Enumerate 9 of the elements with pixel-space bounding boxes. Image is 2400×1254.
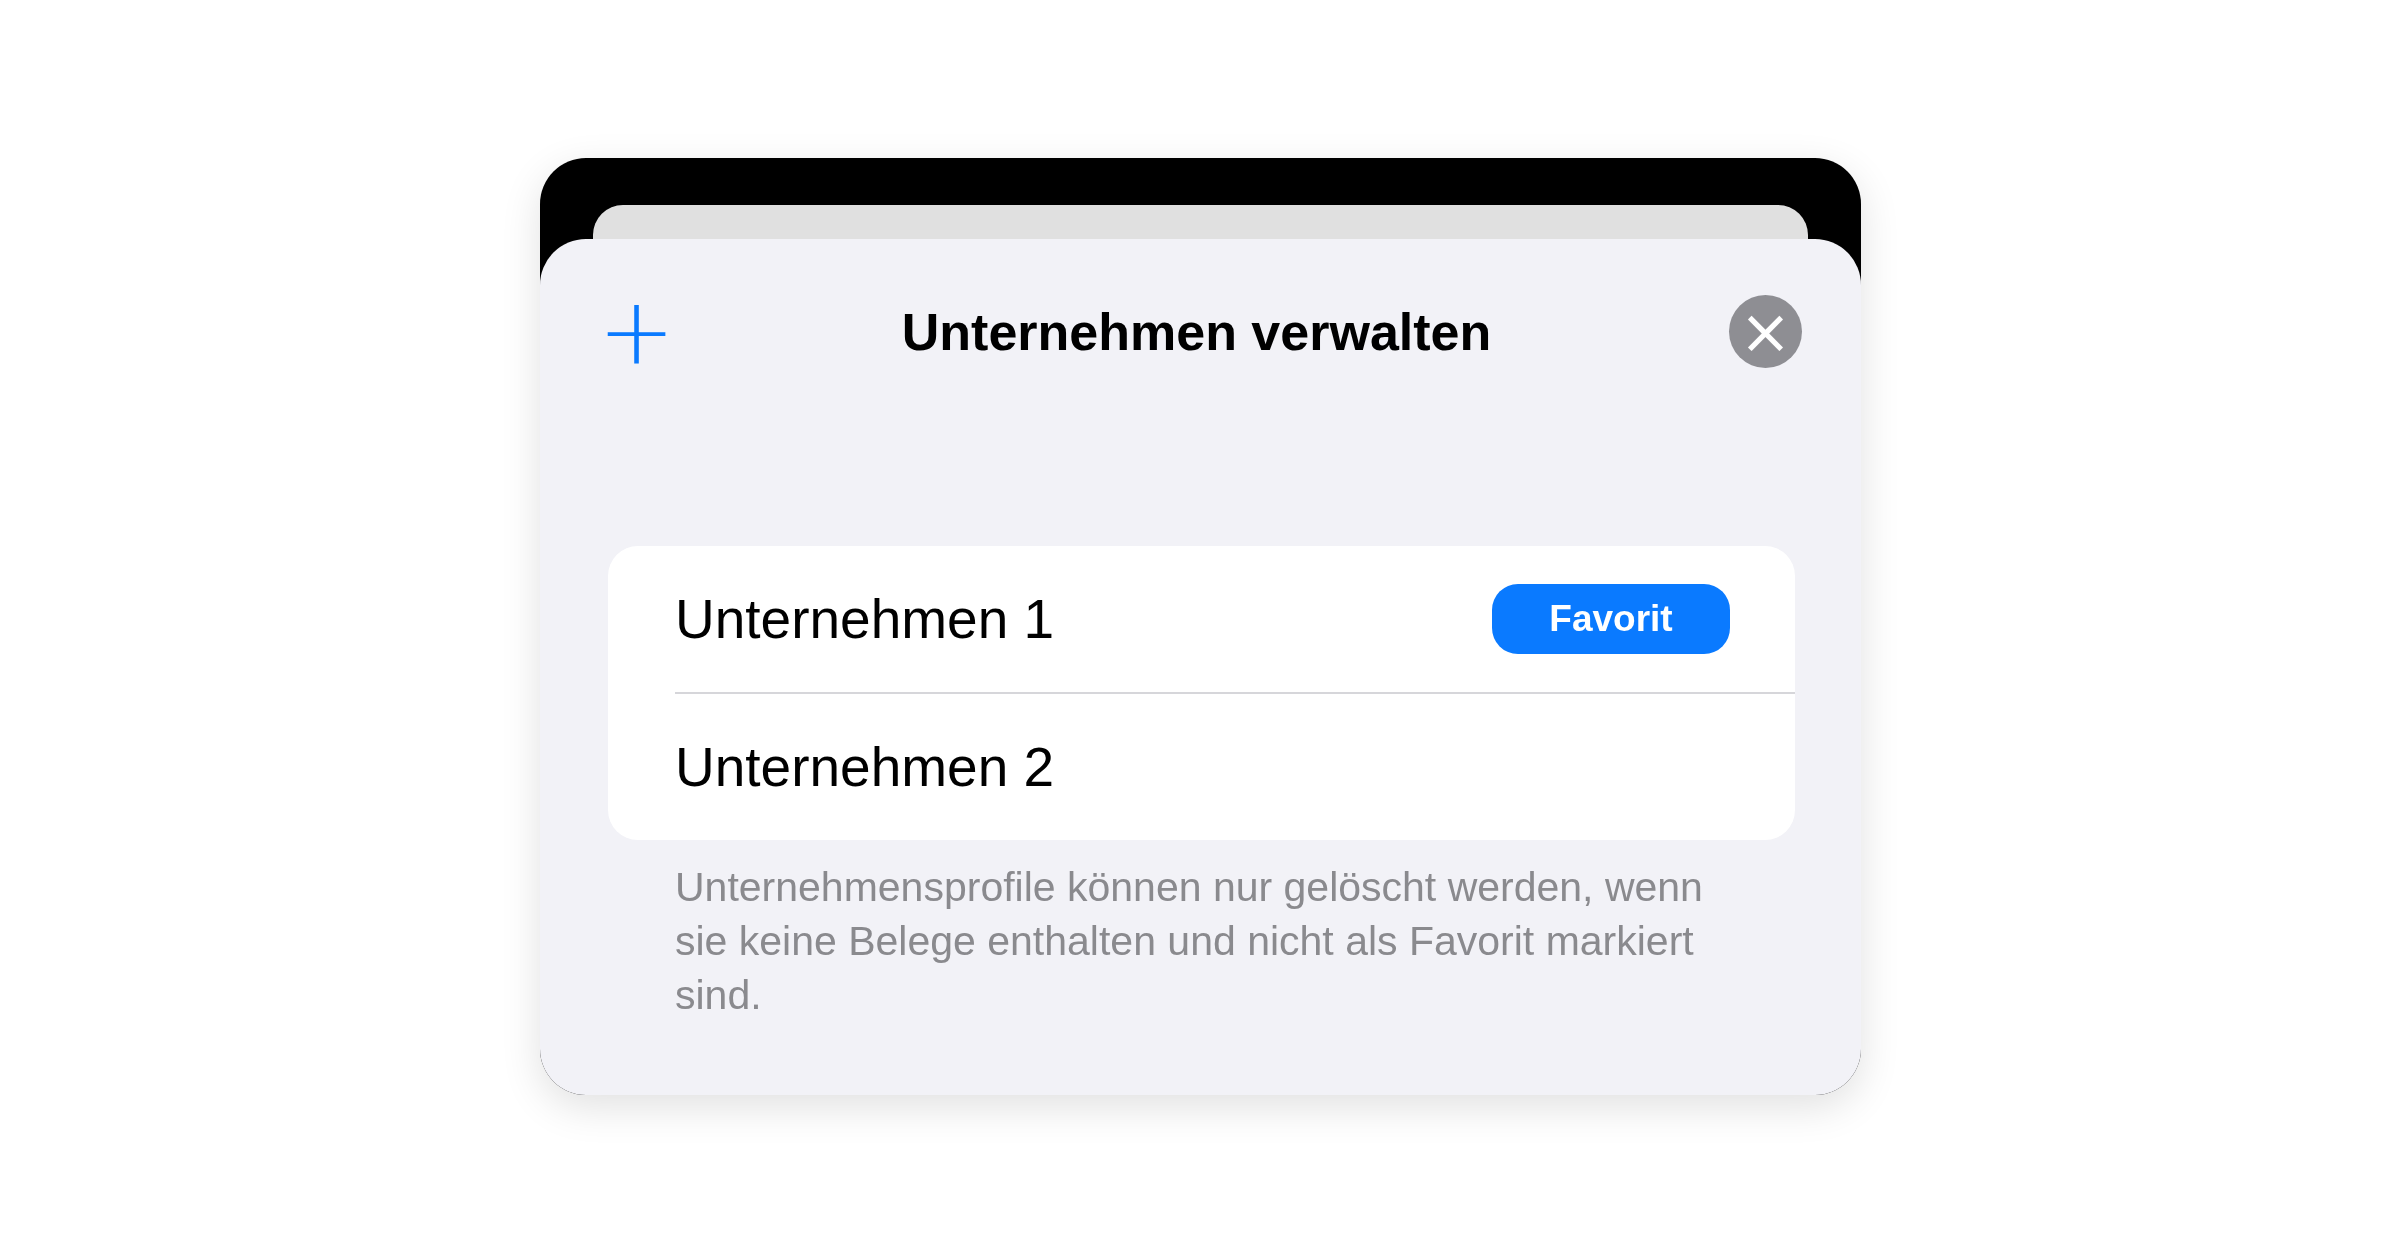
favorite-button[interactable]: Favorit xyxy=(1492,584,1730,654)
company-name: Unternehmen 1 xyxy=(675,587,1055,651)
company-row[interactable]: Unternehmen 1 Favorit xyxy=(675,546,1795,694)
footer-note: Unternehmensprofile können nur gelöscht werden, wenn sie keine Belege enthalten und nicht als Favorit markiert sind. xyxy=(675,863,1704,1020)
company-name: Unternehmen 2 xyxy=(675,735,1055,799)
add-button[interactable]: + xyxy=(598,295,664,368)
close-button[interactable]: × xyxy=(1729,295,1802,368)
company-row[interactable]: Unternehmen 2 xyxy=(675,694,1795,840)
sheet-title: Unternehmen verwalten xyxy=(901,301,1492,362)
